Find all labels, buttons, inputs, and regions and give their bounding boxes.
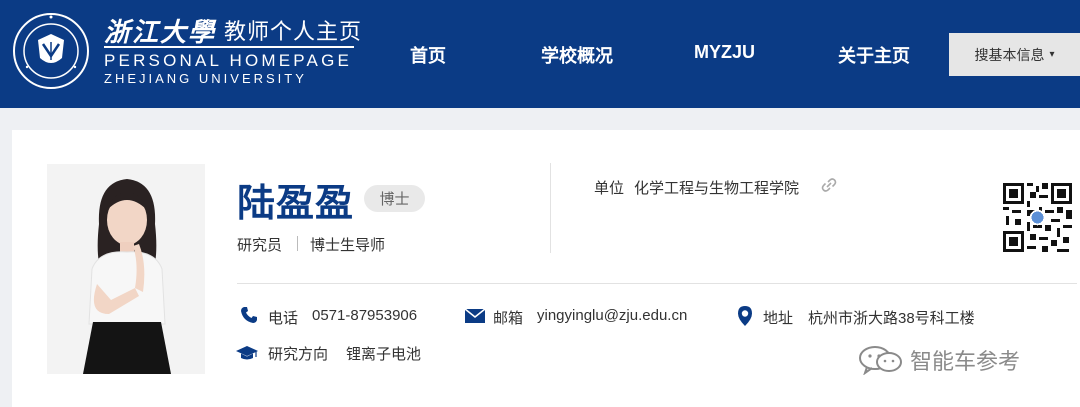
logo-english-line2: ZHEJIANG UNIVERSITY bbox=[104, 71, 307, 86]
graduation-cap-icon bbox=[236, 346, 258, 360]
wechat-icon bbox=[859, 346, 902, 375]
mail-icon bbox=[465, 308, 485, 323]
zju-seal-logo[interactable] bbox=[12, 12, 90, 90]
logo-subtitle: 教师个人主页 bbox=[224, 19, 363, 44]
nav-myzju[interactable]: MYZJU bbox=[694, 42, 755, 63]
logo-chinese-wordmark: 浙江大學 bbox=[104, 18, 217, 48]
unit-value: 化学工程与生物工程学院 bbox=[634, 180, 800, 197]
nav-school-overview[interactable]: 学校概况 bbox=[541, 42, 613, 68]
nav-home[interactable]: 首页 bbox=[410, 42, 446, 68]
supervisor-title: 博士生导师 bbox=[310, 237, 386, 254]
nav-about[interactable]: 关于主页 bbox=[838, 42, 910, 68]
logo-english-line1: PERSONAL HOMEPAGE bbox=[104, 51, 353, 70]
link-icon[interactable] bbox=[820, 177, 838, 193]
vertical-divider bbox=[550, 163, 551, 253]
logo-divider bbox=[104, 46, 354, 48]
email-value[interactable]: yingyinglu@zju.edu.cn bbox=[537, 307, 687, 324]
research-value: 锂离子电池 bbox=[346, 346, 422, 363]
search-dropdown-button[interactable]: 搜基本信息 ▾ bbox=[949, 33, 1080, 76]
wechat-watermark: 智能车参考 bbox=[858, 344, 1020, 376]
email-label: 邮箱 bbox=[493, 310, 524, 327]
phone-label: 电话 bbox=[268, 310, 299, 327]
address-value: 杭州市浙大路38号科工楼 bbox=[808, 310, 975, 327]
address-label: 地址 bbox=[763, 310, 794, 327]
job-title: 研究员 bbox=[237, 237, 283, 254]
qr-code-icon bbox=[1000, 180, 1075, 255]
horizontal-divider bbox=[237, 283, 1077, 284]
search-dropdown-label: 搜基本信息 bbox=[974, 46, 1045, 63]
location-pin-icon bbox=[738, 306, 752, 326]
profile-name: 陆盈盈 bbox=[237, 183, 355, 225]
research-label: 研究方向 bbox=[268, 346, 329, 363]
profile-photo bbox=[47, 164, 205, 374]
caret-down-icon: ▾ bbox=[1049, 49, 1055, 60]
site-header: 浙江大學 教师个人主页 PERSONAL HOMEPAGE ZHEJIANG U… bbox=[0, 0, 1080, 108]
phone-icon bbox=[241, 307, 257, 323]
phone-value[interactable]: 0571-87953906 bbox=[312, 307, 417, 324]
degree-badge: 博士 bbox=[364, 185, 425, 212]
watermark-text: 智能车参考 bbox=[910, 349, 1021, 374]
unit-label: 单位 bbox=[594, 180, 625, 197]
title-separator bbox=[297, 236, 298, 251]
